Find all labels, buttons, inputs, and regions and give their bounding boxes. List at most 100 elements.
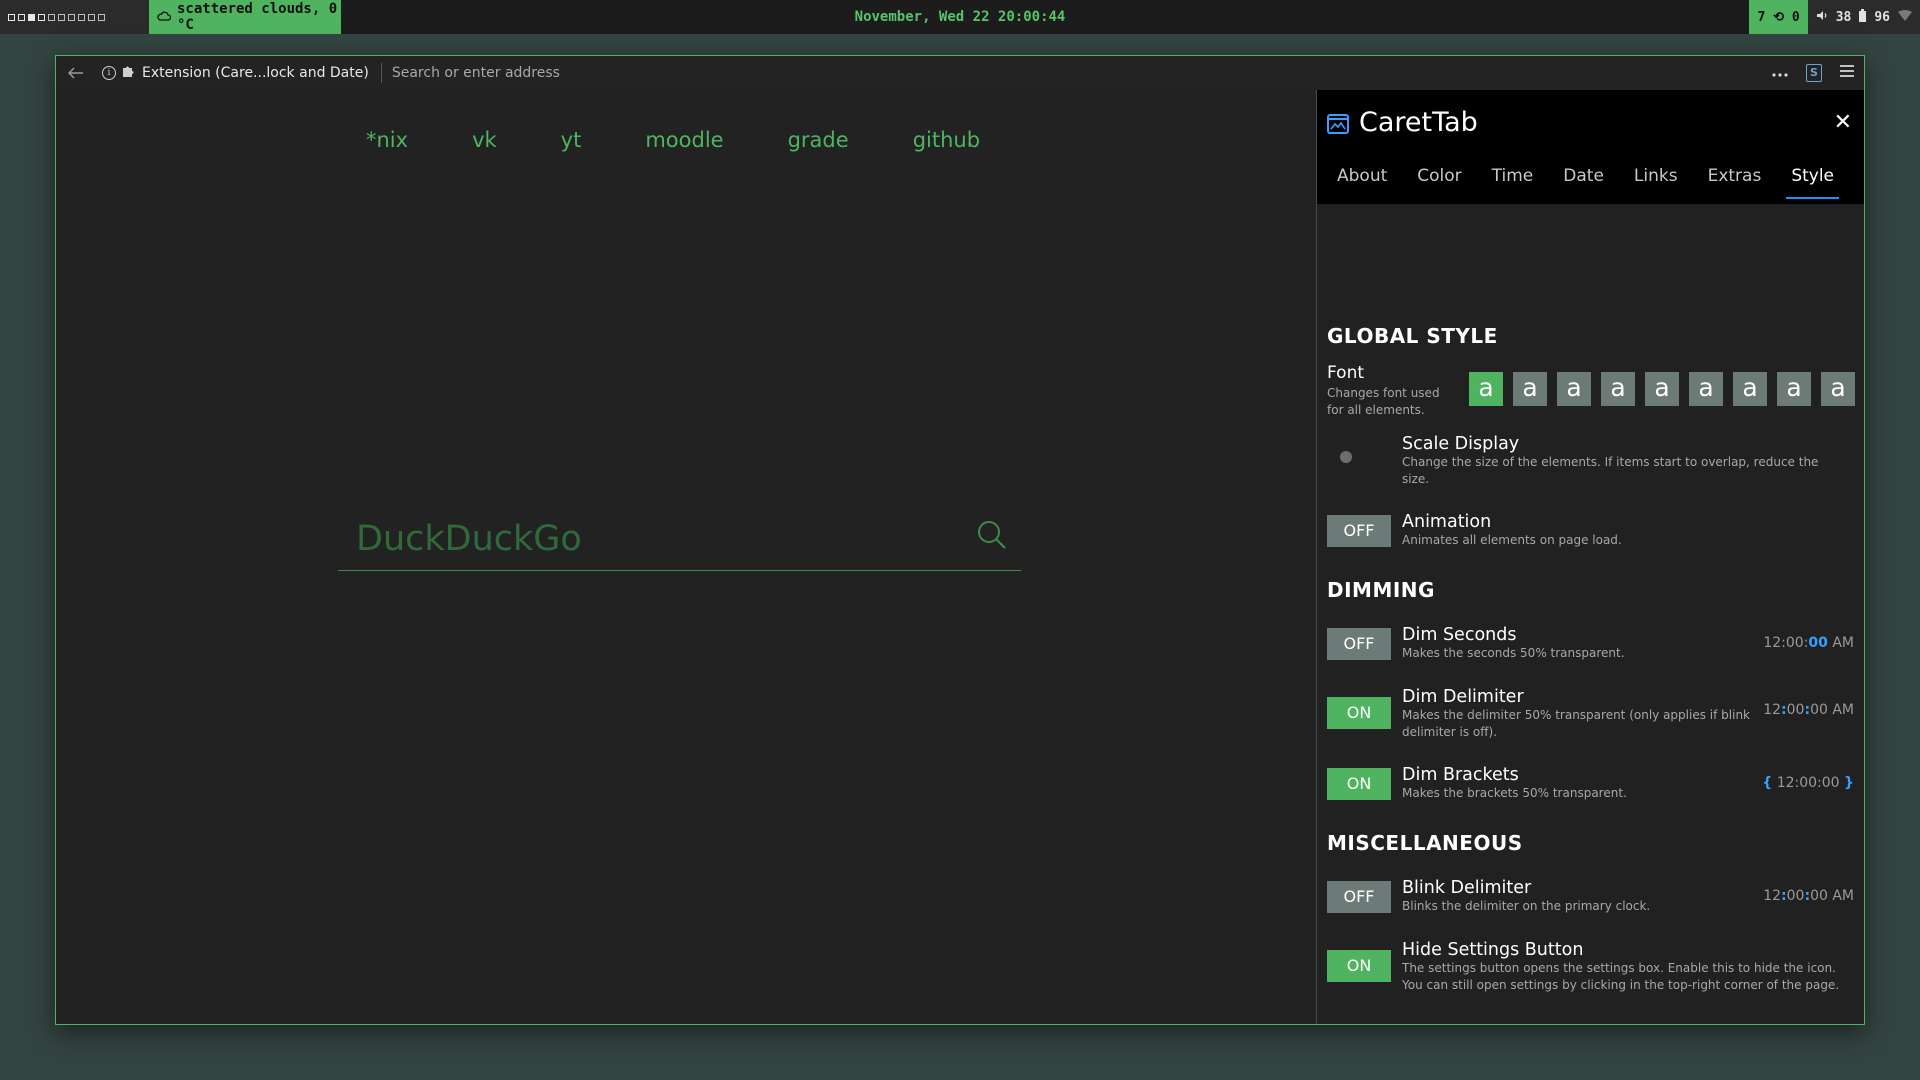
workspace-9[interactable] <box>88 13 95 21</box>
system-tray: 7 ⟲ 0 38 96 <box>1749 0 1920 34</box>
workspace-8[interactable] <box>78 13 85 21</box>
animation-toggle[interactable]: OFF <box>1327 515 1391 547</box>
extension-s-icon[interactable]: S <box>1806 64 1822 82</box>
link-moodle[interactable]: moodle <box>645 128 723 152</box>
caret-tab-logo-icon <box>1327 112 1349 138</box>
font-option-3[interactable]: a <box>1557 372 1591 406</box>
workspace-1[interactable] <box>8 13 15 21</box>
tab-date[interactable]: Date <box>1558 166 1609 199</box>
tab-color[interactable]: Color <box>1412 166 1466 199</box>
link-yt[interactable]: yt <box>561 128 582 152</box>
system-top-bar: scattered clouds, 0 °C November, Wed 22 … <box>0 0 1920 34</box>
font-option-1[interactable]: a <box>1469 372 1503 406</box>
animation-label: Animation <box>1402 512 1492 532</box>
browser-navbar: i Extension (Care...lock and Date) Searc… <box>56 56 1864 90</box>
scale-slider-knob[interactable] <box>1340 451 1352 463</box>
hide-settings-button-label: Hide Settings Button <box>1402 940 1584 960</box>
dim-delimiter-setting: ON Dim Delimiter Makes the delimiter 50%… <box>1327 687 1854 739</box>
settings-tabs: About Color Time Date Links Extras Style <box>1332 166 1840 199</box>
font-desc: Changes font used for all elements. <box>1327 386 1440 417</box>
hamburger-menu-icon[interactable] <box>1840 65 1854 81</box>
puzzle-icon <box>122 64 136 82</box>
workspace-3[interactable] <box>28 13 35 21</box>
link-grade[interactable]: grade <box>788 128 849 152</box>
blink-delimiter-toggle[interactable]: OFF <box>1327 881 1391 913</box>
font-option-6[interactable]: a <box>1689 372 1723 406</box>
hide-settings-button-setting: ON Hide Settings Button The settings but… <box>1327 940 1854 992</box>
dim-brackets-setting: ON Dim Brackets Makes the brackets 50% t… <box>1327 765 1854 801</box>
font-option-8[interactable]: a <box>1777 372 1811 406</box>
dim-brackets-desc: Makes the brackets 50% transparent. <box>1402 786 1627 800</box>
hide-settings-button-toggle[interactable]: ON <box>1327 950 1391 982</box>
dim-delimiter-preview: 12:00:00 AM <box>1763 702 1854 718</box>
search-icon[interactable] <box>977 520 1007 554</box>
dim-brackets-label: Dim Brackets <box>1402 765 1519 785</box>
font-setting: Font Changes font used for all elements.… <box>1327 363 1855 417</box>
dim-brackets-toggle[interactable]: ON <box>1327 768 1391 800</box>
dim-delimiter-desc: Makes the delimiter 50% transparent (onl… <box>1402 708 1750 739</box>
dim-delimiter-label: Dim Delimiter <box>1402 687 1524 707</box>
wifi-icon[interactable] <box>1898 9 1912 25</box>
info-icon: i <box>102 66 116 80</box>
scale-display-setting: Scale Display Change the size of the ele… <box>1327 434 1854 486</box>
battery-level: 96 <box>1874 9 1890 25</box>
back-button[interactable] <box>56 64 96 83</box>
dim-seconds-toggle[interactable]: OFF <box>1327 628 1391 660</box>
tab-extras[interactable]: Extras <box>1703 166 1767 199</box>
scale-display-desc: Change the size of the elements. If item… <box>1402 455 1819 486</box>
sync-indicator[interactable]: 7 ⟲ 0 <box>1749 0 1808 34</box>
dim-seconds-desc: Makes the seconds 50% transparent. <box>1402 646 1625 660</box>
link-github[interactable]: github <box>913 128 980 152</box>
workspace-indicator[interactable] <box>0 0 149 34</box>
section-dimming: DIMMING <box>1327 578 1435 602</box>
tab-style[interactable]: Style <box>1786 166 1840 199</box>
font-option-2[interactable]: a <box>1513 372 1547 406</box>
search-input[interactable] <box>354 516 958 562</box>
tab-time[interactable]: Time <box>1487 166 1539 199</box>
weather-widget: scattered clouds, 0 °C <box>149 0 341 34</box>
workspace-4[interactable] <box>38 13 45 21</box>
link-nix[interactable]: *nix <box>366 128 408 152</box>
address-bar[interactable]: Search or enter address <box>382 65 1772 81</box>
font-label: Font <box>1327 363 1365 383</box>
system-clock: November, Wed 22 20:00:44 <box>854 9 1066 25</box>
font-option-4[interactable]: a <box>1601 372 1635 406</box>
dim-delimiter-toggle[interactable]: ON <box>1327 697 1391 729</box>
section-miscellaneous: MISCELLANEOUS <box>1327 831 1523 855</box>
settings-title: CaretTab <box>1359 107 1478 138</box>
settings-header: CaretTab ✕ About Color Time Date Links E… <box>1317 90 1864 204</box>
section-global-style: GLOBAL STYLE <box>1327 324 1498 348</box>
font-option-5[interactable]: a <box>1645 372 1679 406</box>
tab-about[interactable]: About <box>1332 166 1392 199</box>
cloud-icon <box>157 9 172 25</box>
blink-delimiter-desc: Blinks the delimiter on the primary cloc… <box>1402 899 1651 913</box>
tab-links[interactable]: Links <box>1629 166 1683 199</box>
font-option-9[interactable]: a <box>1821 372 1855 406</box>
animation-setting: OFF Animation Animates all elements on p… <box>1327 512 1854 548</box>
workspace-6[interactable] <box>58 13 65 21</box>
close-icon[interactable]: ✕ <box>1834 110 1852 135</box>
volume-icon[interactable] <box>1816 10 1828 25</box>
quick-links: *nix vk yt moodle grade github <box>366 128 980 152</box>
site-identity[interactable]: i Extension (Care...lock and Date) <box>96 63 382 83</box>
blink-delimiter-label: Blink Delimiter <box>1402 878 1532 898</box>
workspace-7[interactable] <box>68 13 75 21</box>
workspace-10[interactable] <box>98 13 105 21</box>
weather-text: scattered clouds, 0 °C <box>177 1 338 33</box>
dim-seconds-label: Dim Seconds <box>1402 625 1517 645</box>
link-vk[interactable]: vk <box>472 128 497 152</box>
font-option-7[interactable]: a <box>1733 372 1767 406</box>
animation-desc: Animates all elements on page load. <box>1402 533 1622 547</box>
dim-seconds-preview: 12:00:00 AM <box>1763 635 1854 651</box>
identity-label: Extension (Care...lock and Date) <box>142 65 369 81</box>
blink-delimiter-preview: 12:00:00 AM <box>1763 888 1854 904</box>
dim-brackets-preview: { 12:00:00 } <box>1762 775 1854 791</box>
blink-delimiter-setting: OFF Blink Delimiter Blinks the delimiter… <box>1327 878 1854 914</box>
page-actions-button[interactable] <box>1772 65 1788 81</box>
font-swatches: a a a a a a a a a <box>1469 372 1855 406</box>
scale-display-label: Scale Display <box>1402 434 1520 454</box>
workspace-2[interactable] <box>18 13 25 21</box>
volume-level: 38 <box>1835 9 1852 25</box>
battery-icon <box>1859 8 1867 26</box>
workspace-5[interactable] <box>48 13 55 21</box>
